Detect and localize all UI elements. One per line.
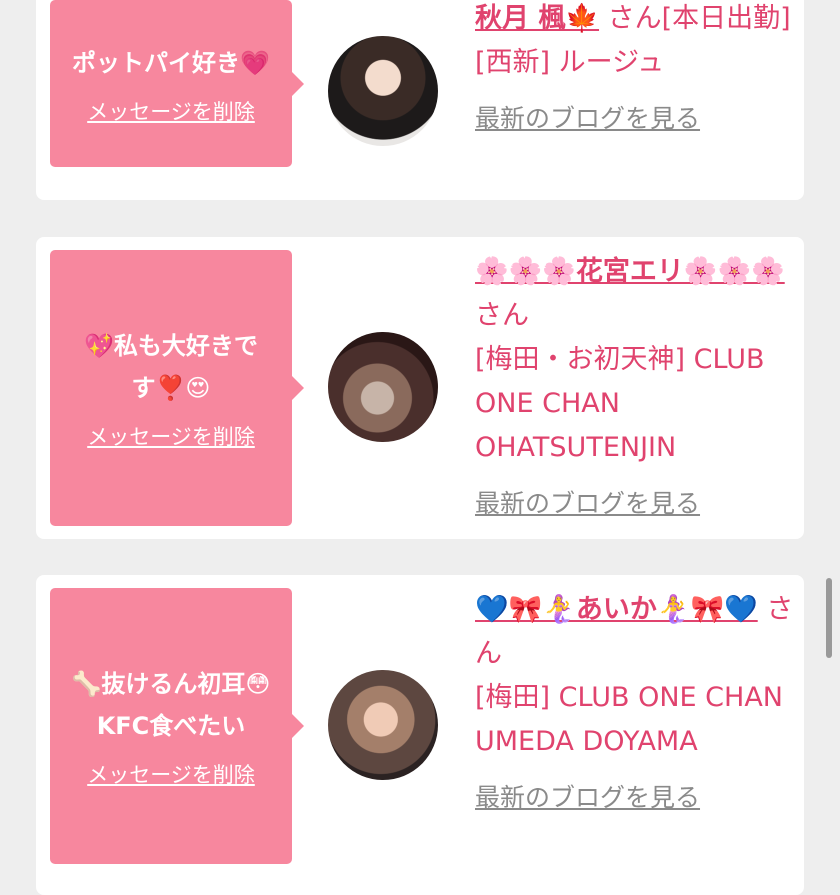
cast-name-link[interactable]: 🌸🌸🌸花宮エリ🌸🌸🌸 bbox=[475, 256, 785, 287]
latest-blog-link[interactable]: 最新のブログを見る bbox=[475, 97, 700, 141]
shop-name: [梅田・お初天神] CLUB ONE CHAN OHATSUTENJIN bbox=[475, 344, 765, 463]
cast-info: 🌸🌸🌸花宮エリ🌸🌸🌸 さん [梅田・お初天神] CLUB ONE CHAN OH… bbox=[475, 250, 795, 526]
delete-message-link[interactable]: メッセージを削除 bbox=[87, 96, 255, 126]
latest-blog-link[interactable]: 最新のブログを見る bbox=[475, 482, 700, 526]
avatar[interactable] bbox=[328, 670, 438, 780]
message-card: 💖私も大好きです❣️😍 メッセージを削除 🌸🌸🌸花宮エリ🌸🌸🌸 さん [梅田・お… bbox=[36, 237, 804, 539]
message-card: 🦴抜けるん初耳😳KFC食べたい メッセージを削除 💙🎀🧜‍♀️あいか🧜‍♀️🎀💙… bbox=[36, 575, 804, 895]
cast-info: 💙🎀🧜‍♀️あいか🧜‍♀️🎀💙 さん [梅田] CLUB ONE CHAN UM… bbox=[475, 588, 795, 820]
delete-message-link[interactable]: メッセージを削除 bbox=[87, 759, 255, 789]
delete-message-link[interactable]: メッセージを削除 bbox=[87, 421, 255, 451]
cast-info: 秋月 楓🍁 さん[本日出勤] [西新] ルージュ 最新のブログを見る bbox=[475, 0, 795, 141]
latest-blog-link[interactable]: 最新のブログを見る bbox=[475, 776, 700, 820]
message-text: ポットパイ好き💗 bbox=[72, 48, 270, 77]
cast-honorific: さん bbox=[475, 300, 529, 331]
cast-honorific: さん[本日出勤] bbox=[607, 3, 791, 34]
avatar[interactable] bbox=[328, 36, 438, 146]
scrollbar[interactable] bbox=[826, 578, 832, 658]
message-bubble: ポットパイ好き💗 メッセージを削除 bbox=[50, 0, 304, 167]
message-card: ポットパイ好き💗 メッセージを削除 秋月 楓🍁 さん[本日出勤] [西新] ルー… bbox=[36, 0, 804, 200]
avatar[interactable] bbox=[328, 332, 438, 442]
message-bubble: 🦴抜けるん初耳😳KFC食べたい メッセージを削除 bbox=[50, 588, 304, 864]
message-text: 🦴抜けるん初耳😳KFC食べたい bbox=[71, 670, 271, 740]
cast-name-link[interactable]: 秋月 楓🍁 bbox=[475, 3, 599, 34]
message-bubble: 💖私も大好きです❣️😍 メッセージを削除 bbox=[50, 250, 304, 526]
message-text: 💖私も大好きです❣️😍 bbox=[84, 332, 258, 402]
shop-name: [梅田] CLUB ONE CHAN UMEDA DOYAMA bbox=[475, 682, 783, 757]
shop-name: [西新] ルージュ bbox=[475, 47, 665, 78]
cast-name-link[interactable]: 💙🎀🧜‍♀️あいか🧜‍♀️🎀💙 bbox=[475, 594, 758, 625]
